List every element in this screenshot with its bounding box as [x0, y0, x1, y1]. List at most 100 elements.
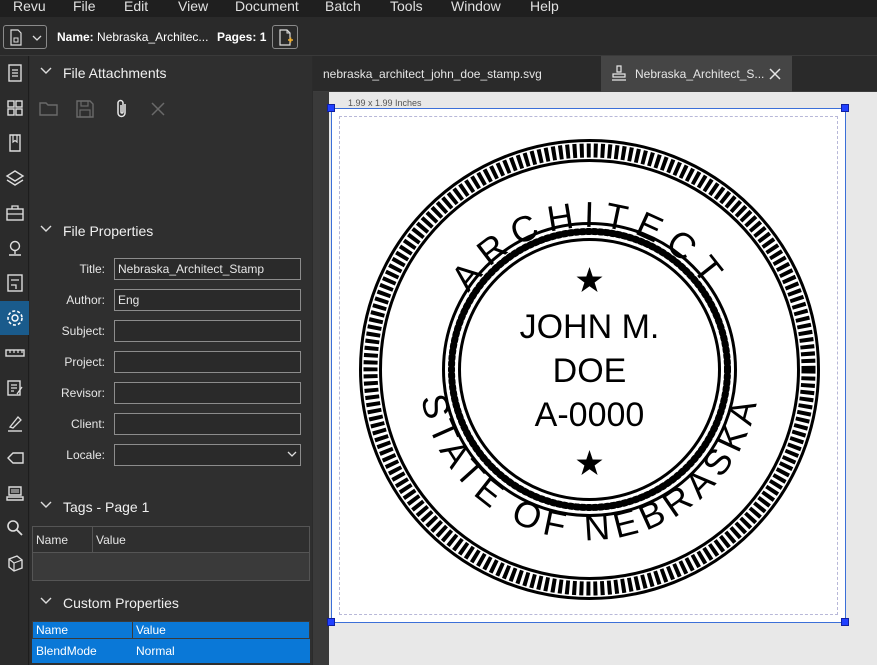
resize-handle-top-left[interactable]: [327, 104, 335, 112]
sidebar-item-places[interactable]: [0, 231, 29, 265]
chevron-down-icon: [40, 597, 52, 604]
sidebar-item-markups[interactable]: [0, 371, 29, 405]
tab-label: Nebraska_Architect_S...: [635, 67, 765, 81]
sidebar-item-document[interactable]: [0, 56, 29, 90]
sidebar-item-search[interactable]: [0, 511, 29, 545]
search-icon: [6, 520, 23, 536]
document-dropdown[interactable]: [3, 25, 47, 49]
column-header-name[interactable]: Name: [32, 621, 133, 639]
bluebeam-revu-window: Revu File Edit View Document Batch Tools…: [0, 0, 877, 665]
page-dimensions-label: 1.99 x 1.99 Inches: [348, 98, 422, 108]
property-label: Author:: [66, 293, 105, 307]
tab-nebraska-stamp[interactable]: Nebraska_Architect_S...: [601, 56, 792, 92]
project-field[interactable]: [114, 351, 301, 373]
client-field[interactable]: [114, 413, 301, 435]
add-page-button[interactable]: [272, 25, 298, 49]
sidebar-item-toolbox[interactable]: [0, 196, 29, 230]
architect-seal: ARCHITECT STATE OF NEBRASKA JOHN M. DOE …: [359, 139, 820, 600]
property-label: Subject:: [61, 324, 105, 338]
menu-tools[interactable]: Tools: [390, 0, 423, 14]
menu-help[interactable]: Help: [530, 0, 559, 14]
column-header-name[interactable]: Name: [32, 526, 93, 553]
document-tab-bar: nebraska_architect_john_doe_stamp.svg Ne…: [313, 56, 877, 92]
3d-model-icon: [7, 555, 23, 572]
file-properties-header[interactable]: File Properties: [30, 218, 312, 244]
markups-list-icon: [6, 380, 23, 396]
property-row-client: Client:: [30, 413, 312, 435]
property-label: Title:: [79, 262, 105, 276]
pages-value: 1: [259, 30, 267, 44]
signatures-icon: [6, 274, 23, 292]
menu-view[interactable]: View: [178, 0, 208, 14]
stamp-icon: [5, 486, 24, 501]
file-attachments-header[interactable]: File Attachments: [30, 60, 312, 86]
tab-label: nebraska_architect_john_doe_stamp.svg: [323, 67, 542, 81]
open-folder-icon[interactable]: [38, 98, 60, 120]
name-label: Name:: [57, 30, 94, 44]
property-row-title: Title:: [30, 258, 312, 280]
section-title: File Attachments: [63, 65, 167, 81]
custom-property-value[interactable]: Normal: [132, 638, 310, 663]
tab-svg-stamp[interactable]: nebraska_architect_john_doe_stamp.svg: [313, 56, 600, 92]
close-icon[interactable]: [769, 68, 781, 80]
menu-file[interactable]: File: [73, 0, 96, 14]
document-icon: [10, 29, 22, 46]
revisor-field[interactable]: [114, 382, 301, 404]
chevron-down-icon: [40, 67, 52, 74]
custom-property-name: BlendMode: [32, 638, 133, 663]
chevron-down-icon: [40, 225, 52, 232]
map-pin-icon: [8, 240, 21, 256]
tag-icon: [6, 452, 24, 464]
menu-bar: Revu File Edit View Document Batch Tools…: [0, 0, 877, 17]
property-row-subject: Subject:: [30, 320, 312, 342]
subject-field[interactable]: [114, 320, 301, 342]
menu-revu[interactable]: Revu: [13, 0, 46, 14]
save-icon[interactable]: [74, 98, 96, 120]
sidebar-item-tags[interactable]: [0, 441, 29, 475]
property-row-locale: Locale:: [30, 444, 312, 466]
section-title: Tags - Page 1: [63, 499, 150, 515]
chevron-down-icon: [40, 501, 52, 508]
paperclip-icon[interactable]: [111, 98, 133, 120]
menu-batch[interactable]: Batch: [325, 0, 361, 14]
panel-icon-strip: [0, 56, 29, 665]
custom-properties-table: Name Value BlendMode Normal: [32, 621, 310, 663]
pages-field: Pages: 1: [217, 30, 266, 44]
name-field: Name: Nebraska_Architec...: [57, 30, 208, 44]
column-header-value[interactable]: Value: [92, 526, 310, 553]
stamp-icon: [612, 65, 626, 81]
author-field[interactable]: [114, 289, 301, 311]
resize-handle-bottom-right[interactable]: [841, 618, 849, 626]
menu-edit[interactable]: Edit: [124, 0, 148, 14]
tags-empty-row: [32, 552, 310, 581]
custom-properties-header[interactable]: Custom Properties: [30, 590, 312, 616]
sidebar-item-3d[interactable]: [0, 546, 29, 580]
table-row[interactable]: BlendMode Normal: [32, 638, 310, 663]
locale-select[interactable]: [114, 444, 301, 466]
tags-header[interactable]: Tags - Page 1: [30, 494, 312, 520]
gear-icon: [6, 310, 23, 326]
property-label: Client:: [70, 417, 105, 431]
sidebar-item-digital-sign[interactable]: [0, 406, 29, 440]
resize-handle-top-right[interactable]: [841, 104, 849, 112]
column-header-value[interactable]: Value: [132, 621, 310, 639]
sidebar-item-measure[interactable]: [0, 336, 29, 370]
menu-document[interactable]: Document: [235, 0, 299, 14]
layers-icon: [5, 170, 24, 186]
property-row-revisor: Revisor:: [30, 382, 312, 404]
sidebar-item-properties[interactable]: [0, 301, 29, 335]
document-list-icon: [7, 64, 22, 82]
sidebar-item-thumbnails[interactable]: [0, 91, 29, 125]
title-field[interactable]: [114, 258, 301, 280]
bookmarks-icon: [8, 134, 21, 152]
menu-window[interactable]: Window: [451, 0, 501, 14]
delete-x-icon[interactable]: [147, 98, 169, 120]
tags-table: Name Value: [32, 526, 310, 581]
chevron-down-icon: [32, 35, 42, 41]
sidebar-item-signatures[interactable]: [0, 266, 29, 300]
sidebar-item-stamps[interactable]: [0, 476, 29, 510]
section-title: Custom Properties: [63, 595, 179, 611]
resize-handle-bottom-left[interactable]: [327, 618, 335, 626]
sidebar-item-layers[interactable]: [0, 161, 29, 195]
sidebar-item-bookmarks[interactable]: [0, 126, 29, 160]
